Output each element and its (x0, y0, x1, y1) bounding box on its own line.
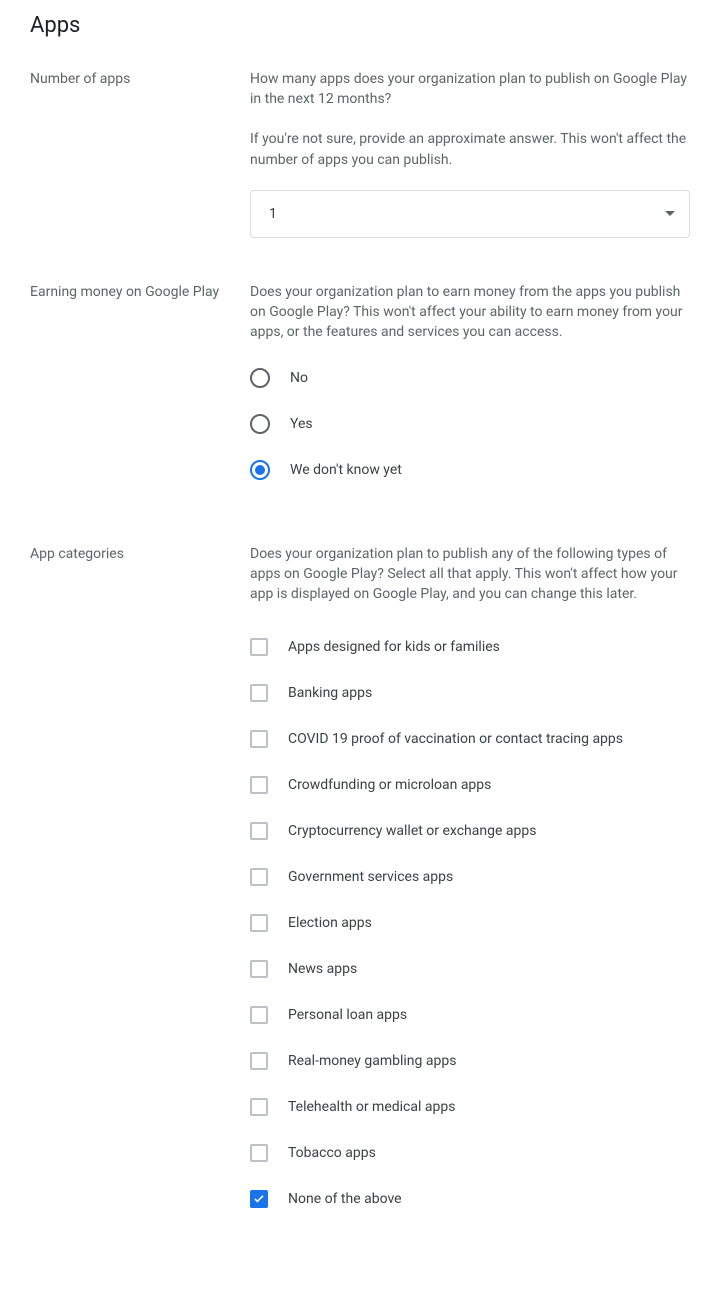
checkbox-option-category[interactable]: Apps designed for kids or families (250, 624, 690, 670)
section-number-of-apps: Number of apps How many apps does your o… (30, 69, 691, 237)
section-app-categories: App categories Does your organization pl… (30, 544, 691, 1222)
checkbox-option-category[interactable]: Government services apps (250, 854, 690, 900)
checkbox-label: Telehealth or medical apps (288, 1097, 455, 1117)
checkbox-label: Crowdfunding or microloan apps (288, 775, 491, 795)
checkbox-option-category[interactable]: News apps (250, 946, 690, 992)
desc-number-of-apps-2: If you're not sure, provide an approxima… (250, 129, 690, 169)
page-title: Apps (30, 10, 691, 41)
checkbox-icon (250, 730, 268, 748)
checkbox-label: COVID 19 proof of vaccination or contact… (288, 729, 623, 749)
radio-option-no[interactable]: No (250, 362, 690, 394)
desc-app-categories: Does your organization plan to publish a… (250, 544, 690, 604)
radio-label: Yes (290, 414, 313, 434)
label-earning: Earning money on Google Play (30, 282, 250, 500)
checkbox-group-categories: Apps designed for kids or families Bankin… (250, 624, 690, 1222)
checkbox-label: Banking apps (288, 683, 372, 703)
checkbox-label: Apps designed for kids or families (288, 637, 500, 657)
checkbox-icon (250, 1190, 268, 1208)
radio-label: No (290, 368, 308, 388)
checkbox-icon (250, 960, 268, 978)
checkbox-option-category[interactable]: None of the above (250, 1176, 690, 1222)
checkbox-icon (250, 684, 268, 702)
section-earning: Earning money on Google Play Does your o… (30, 282, 691, 500)
checkbox-option-category[interactable]: Telehealth or medical apps (250, 1084, 690, 1130)
radio-option-unknown[interactable]: We don't know yet (250, 454, 690, 486)
checkbox-option-category[interactable]: Personal loan apps (250, 992, 690, 1038)
checkbox-option-category[interactable]: Election apps (250, 900, 690, 946)
checkbox-label: Tobacco apps (288, 1143, 376, 1163)
desc-number-of-apps-1: How many apps does your organization pla… (250, 69, 690, 109)
chevron-down-icon (665, 211, 675, 216)
label-number-of-apps: Number of apps (30, 69, 250, 237)
checkbox-option-category[interactable]: Cryptocurrency wallet or exchange apps (250, 808, 690, 854)
select-number-of-apps[interactable]: 1 (250, 190, 690, 238)
checkbox-label: News apps (288, 959, 357, 979)
checkbox-option-category[interactable]: Tobacco apps (250, 1130, 690, 1176)
checkbox-icon (250, 638, 268, 656)
checkbox-icon (250, 914, 268, 932)
radio-group-earning: No Yes We don't know yet (250, 362, 690, 486)
select-value: 1 (269, 204, 277, 224)
checkbox-label: Election apps (288, 913, 372, 933)
checkbox-label: Real-money gambling apps (288, 1051, 456, 1071)
checkbox-icon (250, 822, 268, 840)
checkbox-label: Personal loan apps (288, 1005, 407, 1025)
checkbox-label: Cryptocurrency wallet or exchange apps (288, 821, 536, 841)
radio-icon (250, 460, 270, 480)
checkbox-icon (250, 868, 268, 886)
radio-label: We don't know yet (290, 460, 402, 480)
checkbox-label: None of the above (288, 1189, 402, 1209)
checkbox-icon (250, 1098, 268, 1116)
radio-icon (250, 414, 270, 434)
checkbox-option-category[interactable]: Crowdfunding or microloan apps (250, 762, 690, 808)
checkbox-icon (250, 776, 268, 794)
label-app-categories: App categories (30, 544, 250, 1222)
checkbox-option-category[interactable]: Banking apps (250, 670, 690, 716)
desc-earning: Does your organization plan to earn mone… (250, 282, 690, 342)
checkbox-icon (250, 1052, 268, 1070)
radio-icon (250, 368, 270, 388)
checkbox-icon (250, 1006, 268, 1024)
checkbox-option-category[interactable]: Real-money gambling apps (250, 1038, 690, 1084)
checkbox-icon (250, 1144, 268, 1162)
radio-option-yes[interactable]: Yes (250, 408, 690, 440)
checkbox-option-category[interactable]: COVID 19 proof of vaccination or contact… (250, 716, 690, 762)
checkbox-label: Government services apps (288, 867, 453, 887)
